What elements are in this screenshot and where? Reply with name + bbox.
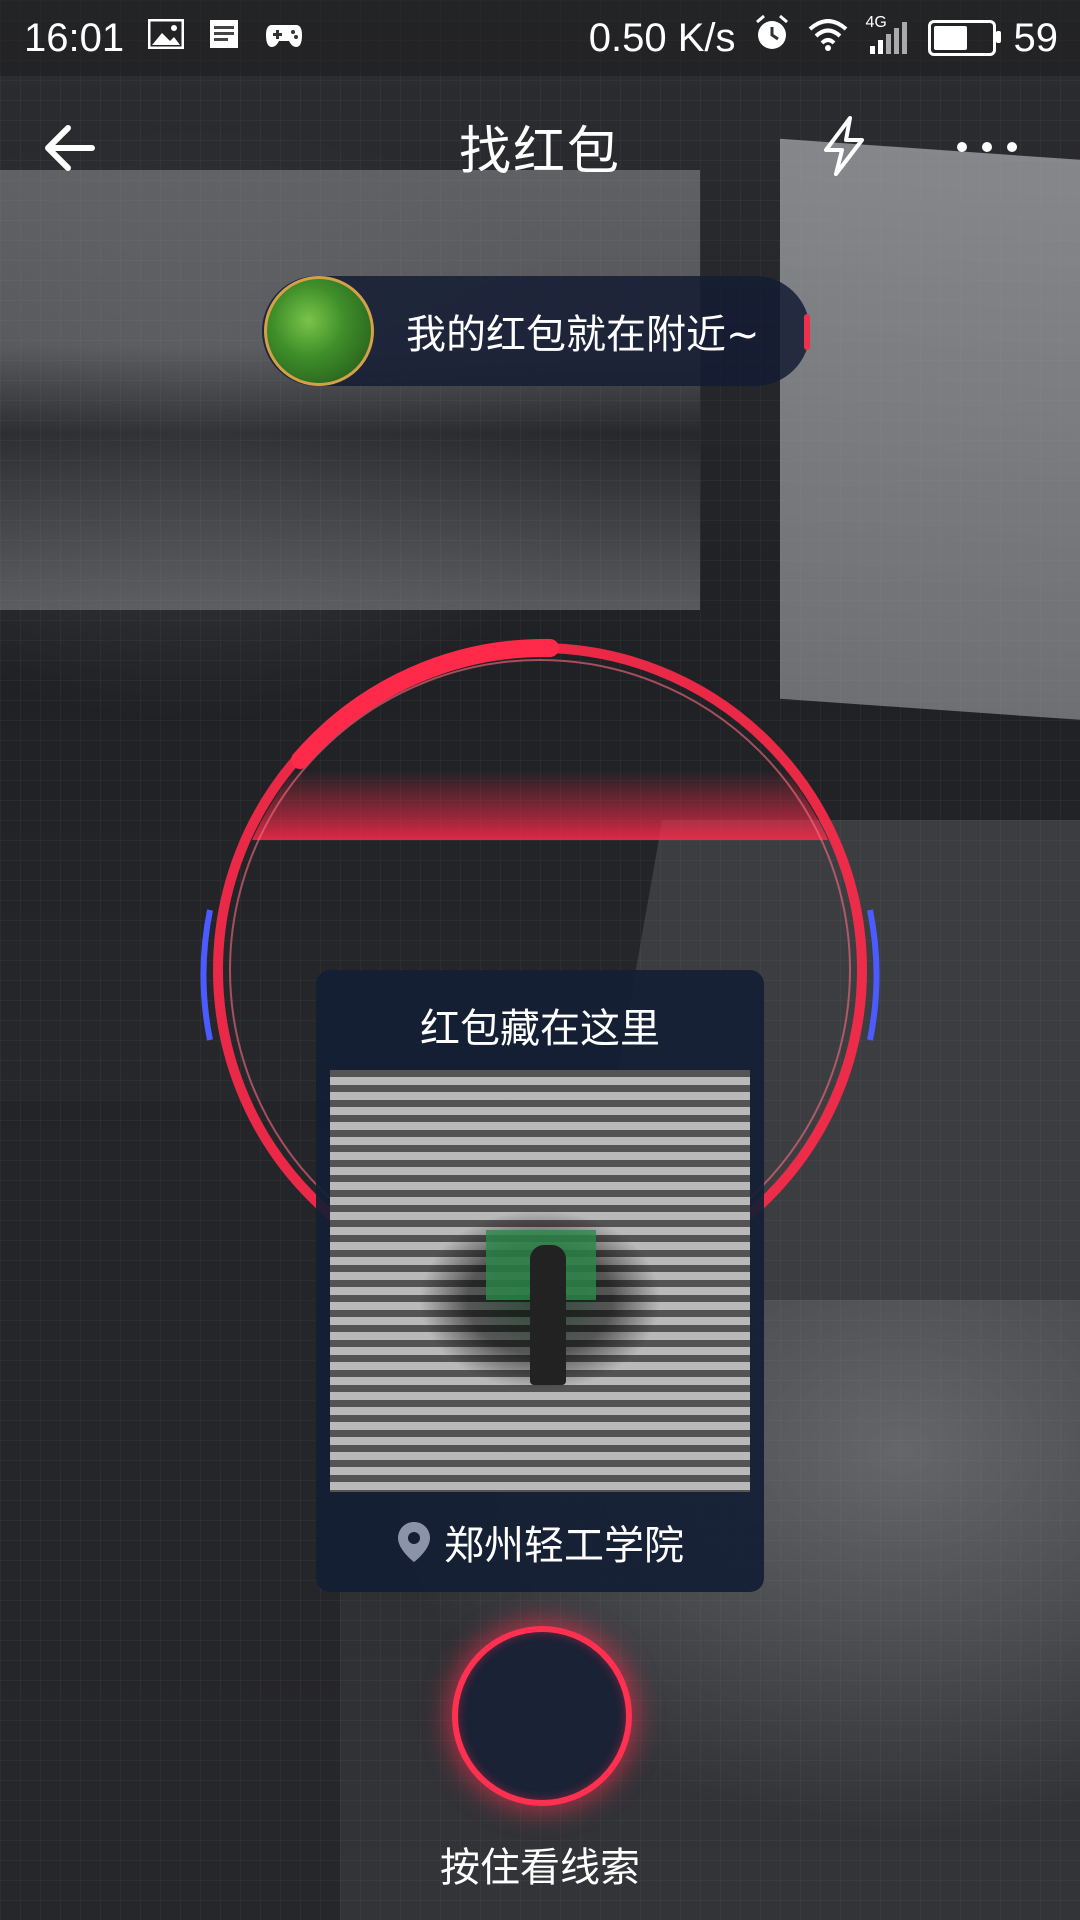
scan-arc-top (291, 638, 559, 769)
page-title: 找红包 (458, 121, 621, 182)
more-icon (957, 142, 1017, 152)
hold-to-view-clue-label: 按住看线索 (440, 1845, 640, 1891)
clue-location-text: 郑州轻工学院 (444, 1523, 684, 1569)
bubble-text: 我的红包就在附近~ (406, 312, 760, 358)
clue-card-title: 红包藏在这里 (420, 1006, 660, 1052)
avatar (264, 276, 374, 386)
clue-photo-figure (530, 1245, 566, 1385)
back-button[interactable] (40, 118, 100, 178)
scan-arc-left-blue (200, 909, 213, 1041)
battery-icon (927, 20, 1001, 56)
hold-to-view-clue-button[interactable] (452, 1626, 632, 1806)
scan-arc-right-blue (867, 909, 880, 1041)
net-speed: 0.50 K/s (588, 15, 736, 60)
flash-button[interactable] (812, 114, 876, 178)
more-button[interactable] (950, 122, 1024, 172)
back-arrow-icon (45, 125, 95, 171)
ar-camera-screen: 16:01 0.50 K/s 4G 59 找红包 我的红包就在附近~ 红包藏在这… (0, 0, 1080, 1920)
location-pin-icon (398, 1522, 430, 1562)
top-header: 找红包 (0, 96, 1080, 196)
flash-icon (824, 116, 864, 176)
bubble-accent (804, 314, 810, 350)
status-time: 16:01 (24, 15, 125, 60)
battery-level: 59 (1013, 15, 1059, 60)
clue-photo (330, 1070, 750, 1492)
notes-icon (208, 18, 240, 59)
gamepad-icon (264, 19, 304, 58)
signal-icon: 4G (866, 14, 910, 56)
alarm-icon (754, 14, 790, 62)
clue-location: 郑州轻工学院 (316, 1502, 764, 1582)
status-bar: 16:01 0.50 K/s 4G 59 (0, 0, 1080, 76)
image-icon (147, 18, 185, 58)
battery-fill (933, 26, 967, 50)
clue-card: 红包藏在这里 郑州轻工学院 (316, 970, 764, 1592)
hint-bubble: 我的红包就在附近~ (262, 276, 810, 386)
wifi-icon (808, 16, 848, 61)
status-right-group: 0.50 K/s 4G 59 (589, 14, 1058, 62)
